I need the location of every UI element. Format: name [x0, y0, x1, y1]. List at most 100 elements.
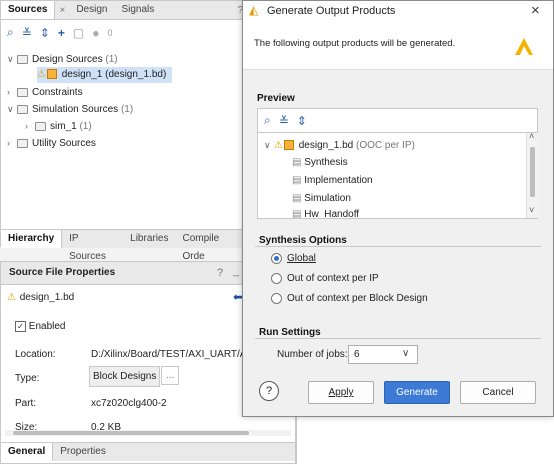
chevron-down-icon[interactable]: ∨: [402, 348, 409, 359]
expand-all-icon[interactable]: ⇕: [297, 114, 307, 128]
preview-item-hw-handoff[interactable]: ▤ Hw_Handoff: [292, 209, 359, 218]
help-button[interactable]: ?: [217, 267, 223, 279]
tree-item-utility-sources[interactable]: › Utility Sources: [7, 135, 96, 151]
tab-compile-order[interactable]: Compile Orde: [176, 230, 250, 262]
preview-clip: ▤ Hw_Handoff: [258, 209, 526, 218]
folder-icon: [17, 54, 28, 64]
scroll-up-icon[interactable]: ˄: [529, 131, 534, 141]
preview-item-synthesis[interactable]: ▤ Synthesis: [292, 155, 348, 171]
file-icon: ▤: [292, 193, 302, 204]
tree-item-simulation-sources[interactable]: ∨ Simulation Sources (1): [7, 101, 133, 117]
close-icon[interactable]: ×: [59, 5, 65, 16]
file-icon[interactable]: ▢: [73, 26, 84, 40]
block-design-icon: [283, 140, 294, 151]
close-button[interactable]: ×: [531, 2, 540, 19]
scrollbar-thumb[interactable]: [530, 147, 535, 197]
warning-icon: ⚠: [37, 69, 46, 80]
part-value: xc7z020clg400-2: [91, 398, 167, 409]
file-icon: ▤: [292, 157, 302, 168]
collapse-all-icon[interactable]: ≚: [279, 114, 289, 128]
scrollbar-thumb[interactable]: [13, 431, 249, 435]
cancel-button[interactable]: Cancel: [460, 381, 536, 404]
chevron-down-icon[interactable]: ∨: [264, 137, 274, 153]
folder-icon: [17, 87, 28, 97]
type-value: Block Designs: [89, 366, 161, 387]
preview-item-implementation[interactable]: ▤ Implementation: [292, 173, 373, 189]
dialog-header: The following output products will be ge…: [243, 21, 553, 70]
search-icon[interactable]: ⌕: [264, 113, 271, 128]
location-label: Location:: [15, 349, 56, 360]
chevron-down-icon[interactable]: ∨: [7, 51, 17, 67]
preview-title: Preview: [257, 93, 295, 104]
tab-ip-sources[interactable]: IP Sources: [62, 230, 123, 262]
generate-output-products-dialog: ◭ Generate Output Products × The followi…: [242, 0, 554, 417]
chevron-right-icon[interactable]: ›: [7, 135, 17, 151]
type-more-button[interactable]: ...: [161, 366, 180, 385]
vivado-brand-icon: [515, 38, 533, 55]
preview-scrollbar[interactable]: ˄ ˅: [526, 131, 538, 218]
sources-panel: Sources × Design Signals ? ⌕ ≚ ⇕ + ▢ ● 0…: [0, 0, 250, 262]
tab-sources[interactable]: Sources: [1, 1, 56, 19]
divider: [255, 246, 541, 247]
minimize-icon[interactable]: _: [233, 265, 239, 277]
expand-all-icon[interactable]: ⇕: [40, 26, 50, 40]
radio-global[interactable]: [271, 253, 282, 264]
tab-design[interactable]: Design: [69, 1, 114, 19]
divider: [258, 132, 537, 133]
scroll-down-icon[interactable]: ˅: [529, 205, 534, 215]
tab-general[interactable]: General: [1, 443, 54, 461]
preview-toolbar: ⌕ ≚ ⇕: [264, 113, 307, 128]
jobs-label: Number of jobs:: [277, 349, 348, 360]
dialog-titlebar: ◭ Generate Output Products ×: [243, 1, 553, 22]
tree-item-design-sources[interactable]: ∨ Design Sources (1): [7, 51, 118, 67]
dialog-title: Generate Output Products: [267, 5, 396, 17]
jobs-value: 6: [354, 349, 360, 360]
tree-item-sim-1[interactable]: › sim_1 (1): [25, 118, 92, 134]
warning-icon: ⚠: [274, 140, 283, 151]
jobs-select[interactable]: 6 ∨: [348, 345, 418, 364]
preview-box: ⌕ ≚ ⇕ ∨ ⚠ design_1.bd (OOC per IP) ▤ Synt…: [257, 108, 538, 219]
properties-file-row: ⚠ design_1.bd: [7, 292, 75, 303]
vivado-logo-icon: ◭: [249, 3, 259, 17]
preview-item-design-1[interactable]: ∨ ⚠ design_1.bd (OOC per IP): [264, 137, 415, 153]
preview-item-simulation[interactable]: ▤ Simulation: [292, 191, 351, 207]
tab-hierarchy[interactable]: Hierarchy: [1, 230, 63, 248]
dialog-intro: The following output products will be ge…: [254, 38, 456, 49]
help-button[interactable]: ?: [259, 381, 279, 401]
generate-button[interactable]: Generate: [384, 381, 450, 404]
folder-icon: [35, 121, 46, 131]
file-icon: ▤: [292, 209, 302, 218]
type-label: Type:: [15, 373, 40, 384]
tab-libraries[interactable]: Libraries: [123, 230, 175, 248]
apply-button[interactable]: Apply: [308, 381, 374, 404]
file-icon: ▤: [292, 175, 302, 186]
folder-icon: [17, 138, 28, 148]
horizontal-scrollbar[interactable]: [5, 430, 291, 436]
radio-global-label: Global: [287, 253, 316, 264]
status-count: 0: [107, 27, 113, 38]
synthesis-options-title: Synthesis Options: [259, 235, 347, 246]
search-icon[interactable]: ⌕: [7, 25, 14, 40]
sources-toolbar: ⌕ ≚ ⇕ + ▢ ● 0: [7, 25, 112, 40]
block-design-icon: [46, 69, 57, 80]
tree-item-constraints[interactable]: › Constraints: [7, 84, 83, 100]
radio-ooc-per-ip[interactable]: [271, 273, 282, 284]
properties-title: Source File Properties: [9, 267, 116, 278]
enabled-checkbox[interactable]: ✓ Enabled: [15, 321, 65, 332]
status-dot-icon: ●: [92, 25, 100, 40]
sources-bottom-tabbar: Hierarchy IP Sources Libraries Compile O…: [1, 229, 250, 262]
tab-properties[interactable]: Properties: [53, 443, 113, 461]
checkbox-checked-icon[interactable]: ✓: [15, 321, 26, 332]
chevron-right-icon[interactable]: ›: [7, 84, 17, 100]
part-label: Part:: [15, 398, 37, 409]
divider: [255, 338, 541, 339]
radio-ooc-per-bd-label: Out of context per Block Design: [287, 293, 428, 304]
collapse-all-icon[interactable]: ≚: [22, 26, 32, 40]
tree-item-design-1[interactable]: ⚠ design_1 (design_1.bd): [37, 67, 173, 83]
add-sources-icon[interactable]: +: [58, 26, 65, 40]
tab-signals[interactable]: Signals: [114, 1, 161, 19]
radio-ooc-per-bd[interactable]: [271, 293, 282, 304]
chevron-right-icon[interactable]: ›: [25, 118, 35, 134]
radio-ooc-per-ip-label: Out of context per IP: [287, 273, 379, 284]
chevron-down-icon[interactable]: ∨: [7, 101, 17, 117]
